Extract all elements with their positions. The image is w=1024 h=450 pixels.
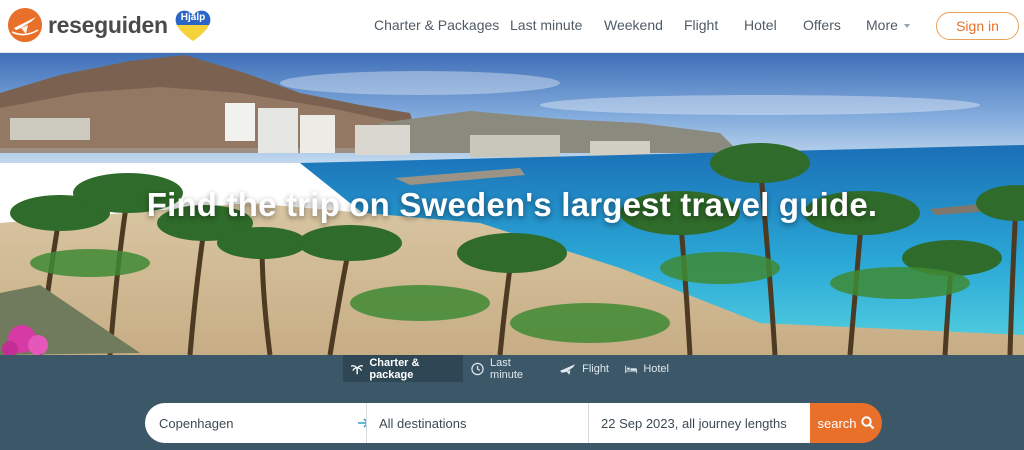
clock-icon [471, 362, 484, 375]
nav-offers[interactable]: Offers [803, 17, 841, 33]
nav-last-minute[interactable]: Last minute [510, 17, 582, 33]
search-button[interactable]: search [810, 403, 882, 443]
search-tabs: Charter & package Last minute Flight Hot… [343, 355, 677, 382]
nav-hotel[interactable]: Hotel [744, 17, 777, 33]
search-bar: Copenhagen All destinations 22 Sep 2023,… [145, 403, 882, 443]
tab-label: Charter & package [369, 356, 420, 381]
departure-field[interactable]: Copenhagen [145, 403, 370, 443]
palm-icon [351, 364, 364, 374]
logo-plane-icon [8, 8, 42, 42]
signin-button[interactable]: Sign in [936, 12, 1019, 40]
site-logo[interactable]: reseguiden [8, 8, 168, 42]
tab-charter-package[interactable]: Charter & package [343, 355, 463, 382]
date-field[interactable]: 22 Sep 2023, all journey lengths [588, 403, 810, 443]
destination-field[interactable]: All destinations [366, 403, 588, 443]
tab-label: Last minute [490, 356, 524, 381]
chevron-down-icon [903, 24, 910, 29]
destination-value: All destinations [379, 415, 467, 431]
nav-more-label: More [866, 17, 898, 33]
nav-flight[interactable]: Flight [684, 17, 718, 33]
search-button-label: search [817, 415, 857, 431]
hero-banner: Find the trip on Sweden's largest travel… [0, 53, 1024, 355]
search-panel: Charter & package Last minute Flight Hot… [0, 355, 1024, 450]
nav-charter-packages[interactable]: Charter & Packages [374, 17, 499, 33]
nav-more[interactable]: More [866, 17, 910, 33]
tab-last-minute[interactable]: Last minute [463, 355, 551, 382]
site-header: reseguiden Hjälp Charter & Packages Last… [0, 0, 1024, 53]
help-label: Hjälp [180, 12, 206, 23]
nav-weekend[interactable]: Weekend [604, 17, 663, 33]
tab-hotel[interactable]: Hotel [617, 355, 677, 382]
plane-icon [559, 363, 576, 375]
help-button[interactable]: Hjälp [174, 8, 212, 42]
search-icon [860, 416, 874, 430]
departure-value: Copenhagen [159, 415, 234, 431]
tab-flight[interactable]: Flight [551, 355, 617, 382]
tab-label: Hotel [643, 362, 669, 375]
hero-title: Find the trip on Sweden's largest travel… [146, 186, 878, 223]
logo-text: reseguiden [48, 11, 168, 38]
date-value: 22 Sep 2023, all journey lengths [601, 415, 787, 431]
tab-label: Flight [582, 362, 609, 375]
bed-icon [625, 365, 638, 373]
